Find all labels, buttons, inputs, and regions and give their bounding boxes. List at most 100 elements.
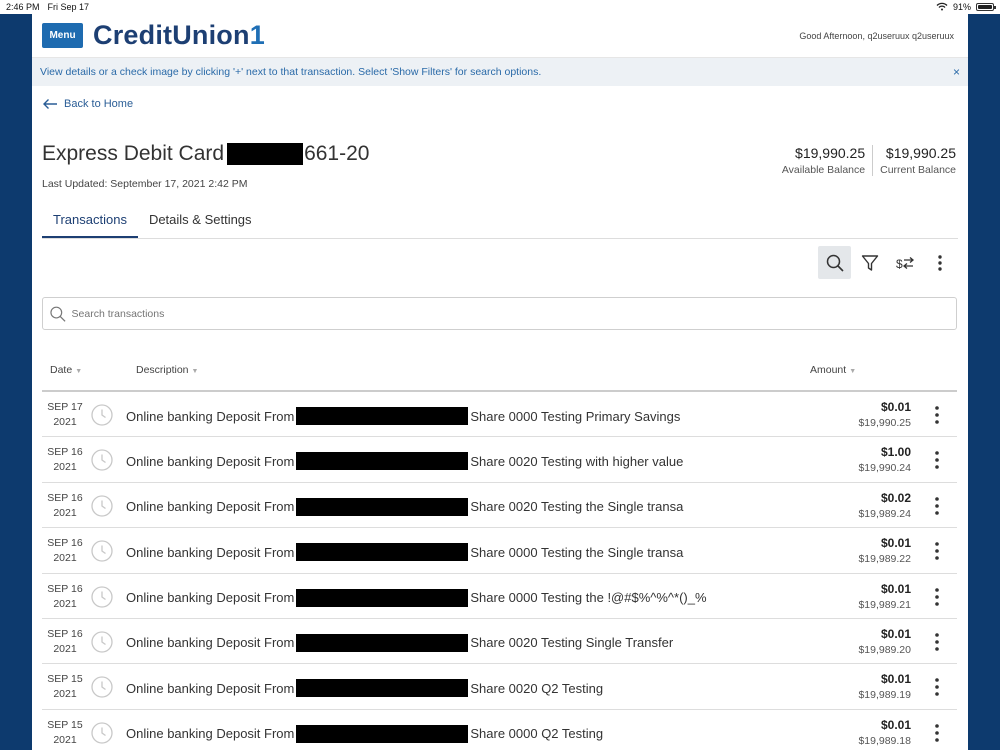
transaction-description: Online banking Deposit From Share 0020 T… bbox=[126, 633, 673, 652]
transaction-date: SEP 16 2021 bbox=[44, 627, 86, 657]
transaction-description: Online banking Deposit From Share 0000 T… bbox=[126, 407, 680, 425]
more-icon[interactable] bbox=[927, 631, 947, 653]
description-suffix: Share 0020 Testing the Single transa bbox=[470, 499, 684, 515]
amount-value: $0.01 bbox=[880, 400, 911, 414]
more-icon[interactable] bbox=[927, 722, 947, 744]
amount-value: $0.02 bbox=[880, 490, 911, 505]
running-balance: $19,989.24 bbox=[858, 507, 911, 520]
description-prefix: Online banking Deposit From bbox=[126, 408, 295, 424]
more-options-button[interactable] bbox=[923, 246, 956, 279]
more-icon[interactable] bbox=[927, 540, 947, 562]
back-link[interactable]: Back to Home bbox=[42, 98, 133, 110]
transaction-amount: $0.01 $19,989.22 bbox=[858, 536, 911, 565]
transaction-description: Online banking Deposit From Share 0020 T… bbox=[126, 452, 683, 471]
transaction-row[interactable]: SEP 16 2021 Online banking Deposit From … bbox=[42, 528, 957, 574]
amount-value: $0.01 bbox=[880, 536, 911, 551]
logo[interactable]: CreditUnion1 bbox=[93, 20, 265, 51]
current-balance-amount: $19,990.25 bbox=[885, 145, 956, 161]
transaction-row[interactable]: SEP 15 2021 Online banking Deposit From … bbox=[42, 710, 957, 750]
description-suffix: Share 0000 Testing Primary Savings bbox=[470, 408, 681, 424]
transaction-amount: $0.01 $19,990.25 bbox=[858, 400, 911, 429]
transaction-month-day: SEP 16 bbox=[47, 537, 83, 550]
running-balance: $19,989.19 bbox=[858, 689, 911, 702]
close-icon[interactable]: × bbox=[953, 65, 960, 79]
transaction-list: SEP 17 2021 Online banking Deposit From … bbox=[42, 392, 957, 750]
description-prefix: Online banking Deposit From bbox=[126, 544, 295, 560]
amount-column-header[interactable]: Amount ▼ bbox=[810, 364, 856, 376]
more-icon[interactable] bbox=[927, 586, 947, 608]
transaction-month-day: SEP 16 bbox=[47, 627, 83, 640]
transaction-month-day: SEP 15 bbox=[47, 718, 83, 731]
battery-percent: 91% bbox=[952, 2, 971, 12]
amount-value: $0.01 bbox=[880, 581, 911, 596]
running-balance: $19,989.21 bbox=[858, 598, 911, 611]
sort-caret-icon: ▼ bbox=[191, 368, 199, 375]
description-prefix: Online banking Deposit From bbox=[126, 590, 295, 606]
transaction-month-day: SEP 16 bbox=[47, 582, 83, 595]
info-banner-text: View details or a check image by clickin… bbox=[40, 66, 542, 78]
divider bbox=[872, 145, 874, 176]
transaction-description: Online banking Deposit From Share 0000 T… bbox=[126, 588, 707, 607]
transaction-amount: $0.02 $19,989.24 bbox=[858, 491, 911, 520]
menu-button[interactable]: Menu bbox=[42, 23, 83, 48]
transaction-row[interactable]: SEP 16 2021 Online banking Deposit From … bbox=[42, 619, 957, 665]
status-time: 2:46 PM bbox=[6, 2, 40, 12]
transaction-date: SEP 17 2021 bbox=[44, 400, 86, 430]
available-balance-label: Available Balance bbox=[781, 164, 866, 176]
description-header-label: Description bbox=[136, 364, 189, 376]
amount-value: $1.00 bbox=[880, 445, 911, 460]
transaction-date: SEP 16 2021 bbox=[44, 491, 86, 521]
more-icon[interactable] bbox=[927, 449, 947, 471]
more-icon[interactable] bbox=[927, 404, 947, 426]
transaction-date: SEP 16 2021 bbox=[44, 582, 86, 612]
filter-button[interactable] bbox=[853, 246, 886, 279]
description-column-header[interactable]: Description ▼ bbox=[136, 364, 198, 376]
running-balance: $19,989.20 bbox=[858, 643, 911, 656]
redacted-account-name bbox=[296, 452, 469, 471]
tab-details-settings[interactable]: Details & Settings bbox=[138, 210, 263, 238]
transaction-year: 2021 bbox=[53, 597, 77, 610]
running-balance: $19,990.25 bbox=[858, 417, 911, 429]
amount-value: $0.01 bbox=[880, 626, 911, 641]
search-toggle-button[interactable] bbox=[818, 246, 851, 279]
sort-button[interactable]: $ bbox=[888, 246, 921, 279]
more-icon[interactable] bbox=[927, 676, 947, 698]
description-prefix: Online banking Deposit From bbox=[126, 499, 295, 515]
redacted-account-name bbox=[296, 497, 469, 516]
description-suffix: Share 0000 Q2 Testing bbox=[470, 726, 604, 742]
transaction-row[interactable]: SEP 16 2021 Online banking Deposit From … bbox=[42, 437, 957, 483]
transaction-description: Online banking Deposit From Share 0000 Q… bbox=[126, 724, 604, 743]
app-header: Menu CreditUnion1 Good Afternoon, q2user… bbox=[32, 14, 968, 58]
search-input[interactable] bbox=[71, 307, 950, 320]
transaction-amount: $0.01 $19,989.19 bbox=[858, 672, 911, 701]
transaction-date: SEP 15 2021 bbox=[44, 672, 86, 702]
search-box[interactable] bbox=[42, 297, 957, 330]
logo-accent: 1 bbox=[249, 20, 265, 50]
redacted-account-name bbox=[296, 588, 469, 607]
date-column-header[interactable]: Date ▼ bbox=[50, 364, 82, 376]
tab-transactions[interactable]: Transactions bbox=[42, 210, 138, 238]
transaction-row[interactable]: SEP 16 2021 Online banking Deposit From … bbox=[42, 483, 957, 529]
sort-icon: $ bbox=[896, 257, 914, 271]
pending-clock-icon bbox=[91, 631, 113, 653]
description-suffix: Share 0000 Testing the Single transa bbox=[470, 544, 684, 560]
transaction-date: SEP 15 2021 bbox=[44, 718, 86, 748]
description-prefix: Online banking Deposit From bbox=[126, 635, 295, 651]
available-balance: $19,990.25 Available Balance bbox=[782, 145, 865, 176]
status-bar: 2:46 PM Fri Sep 17 91% bbox=[0, 0, 1000, 14]
description-suffix: Share 0000 Testing the !@#$%^%^*()_% bbox=[470, 590, 707, 606]
transaction-date: SEP 16 2021 bbox=[44, 445, 86, 475]
transaction-row[interactable]: SEP 17 2021 Online banking Deposit From … bbox=[42, 392, 957, 438]
transaction-row[interactable]: SEP 16 2021 Online banking Deposit From … bbox=[42, 574, 957, 619]
available-balance-amount: $19,990.25 bbox=[795, 145, 866, 161]
redacted-account-number bbox=[227, 143, 304, 165]
description-prefix: Online banking Deposit From bbox=[126, 680, 295, 696]
description-prefix: Online banking Deposit From bbox=[126, 726, 295, 742]
account-title-prefix: Express Debit Card bbox=[42, 142, 225, 165]
transaction-month-day: SEP 17 bbox=[47, 401, 83, 413]
transaction-row[interactable]: SEP 15 2021 Online banking Deposit From … bbox=[42, 664, 957, 710]
more-icon[interactable] bbox=[927, 495, 947, 517]
account-title-suffix: 661-20 bbox=[304, 142, 370, 165]
transaction-month-day: SEP 15 bbox=[47, 673, 83, 686]
toolbar: $ bbox=[818, 246, 956, 279]
